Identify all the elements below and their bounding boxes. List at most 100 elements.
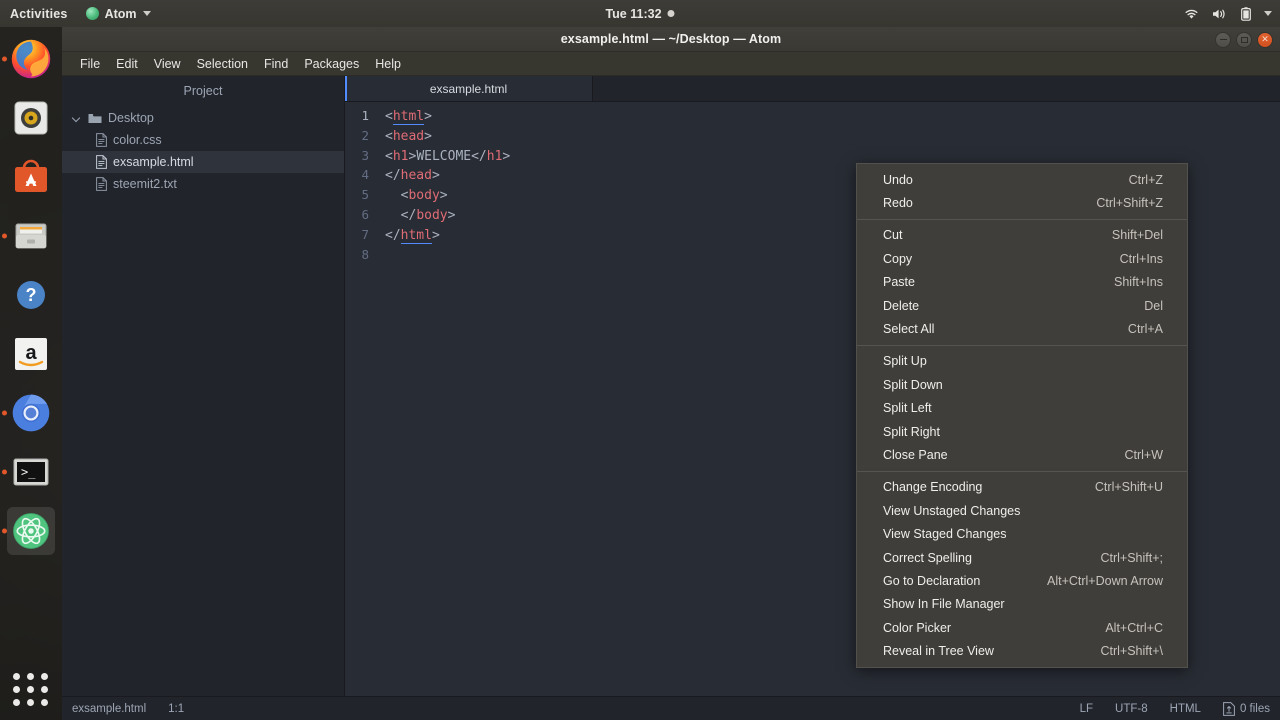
status-git-changes[interactable]: 0 files <box>1223 701 1270 716</box>
code-line: 2 <head> <box>345 128 1280 148</box>
running-indicator <box>2 528 7 534</box>
status-grammar[interactable]: HTML <box>1170 703 1201 715</box>
app-menu-label: Atom <box>104 6 137 21</box>
code-token: < <box>385 188 409 204</box>
menu-item-label: Select All <box>883 322 935 337</box>
grid-dot-icon <box>13 673 20 680</box>
chevron-down-icon[interactable] <box>1264 11 1272 16</box>
grid-dot-icon <box>27 686 34 693</box>
dock-item-firefox[interactable] <box>2 35 55 83</box>
code-token: > <box>502 148 511 164</box>
status-encoding[interactable]: UTF-8 <box>1115 703 1148 715</box>
context-menu-item-delete[interactable]: Delete Del <box>857 294 1187 317</box>
firefox-icon <box>11 39 51 79</box>
code-token: > <box>439 188 448 204</box>
context-menu-item-copy[interactable]: Copy Ctrl+Ins <box>857 247 1187 270</box>
status-line-ending[interactable]: LF <box>1080 703 1093 715</box>
context-menu-item-change-encoding[interactable]: Change Encoding Ctrl+Shift+U <box>857 476 1187 499</box>
system-status-area[interactable] <box>1184 6 1272 21</box>
dock-item-amazon[interactable]: a <box>7 330 55 378</box>
context-menu-item-reveal-in-tree-view[interactable]: Reveal in Tree View Ctrl+Shift+\ <box>857 639 1187 662</box>
code-text: </head> <box>385 168 440 183</box>
context-menu-item-view-unstaged-changes[interactable]: View Unstaged Changes <box>857 499 1187 522</box>
menu-item-label: Change Encoding <box>883 480 983 495</box>
tree-item-desktop[interactable]: Desktop <box>62 107 344 129</box>
menu-item-label: Split Up <box>883 354 927 369</box>
folder-icon <box>88 113 102 123</box>
chevron-down-icon <box>72 113 82 123</box>
status-filename[interactable]: exsample.html <box>72 703 146 715</box>
menu-item-shortcut: Ctrl+Shift+U <box>1094 480 1163 495</box>
code-token: </ <box>385 207 417 223</box>
menu-item-label: Copy <box>883 251 913 266</box>
menu-edit[interactable]: Edit <box>108 55 146 73</box>
activities-button[interactable]: Activities <box>0 7 78 21</box>
context-menu-item-split-up[interactable]: Split Up <box>857 350 1187 373</box>
amazon-icon: a <box>15 338 47 370</box>
tab-exsample-html[interactable]: exsample.html <box>345 76 593 101</box>
app-menu-button[interactable]: Atom <box>85 6 151 21</box>
context-menu-item-correct-spelling[interactable]: Correct Spelling Ctrl+Shift+; <box>857 546 1187 569</box>
wifi-icon <box>1184 8 1199 20</box>
tree-item-steemit2-txt[interactable]: steemit2.txt <box>62 173 344 195</box>
tab-label: exsample.html <box>429 81 508 96</box>
line-number: 8 <box>361 246 369 262</box>
context-menu-item-view-staged-changes[interactable]: View Staged Changes <box>857 522 1187 545</box>
context-menu-item-go-to-declaration[interactable]: Go to Declaration Alt+Ctrl+Down Arrow <box>857 569 1187 592</box>
code-text: <html> <box>385 109 432 125</box>
context-menu-item-split-left[interactable]: Split Left <box>857 397 1187 420</box>
minimize-button[interactable] <box>1215 31 1231 48</box>
menu-item-label: Reveal in Tree View <box>883 644 994 659</box>
context-menu-item-split-down[interactable]: Split Down <box>857 373 1187 396</box>
tab-bar: exsample.html <box>345 76 1280 102</box>
context-menu-item-close-pane[interactable]: Close Pane Ctrl+W <box>857 443 1187 466</box>
grid-dot-icon <box>13 699 20 706</box>
grid-dot-icon <box>41 699 48 706</box>
close-button[interactable]: ✕ <box>1257 31 1273 48</box>
dock-item-terminal[interactable]: >_ <box>2 448 55 496</box>
dock-item-chromium[interactable] <box>2 389 55 437</box>
tree-item-color-css[interactable]: color.css <box>62 129 344 151</box>
code-token: </ <box>385 168 401 184</box>
line-number: 3 <box>361 147 369 163</box>
context-menu-item-select-all[interactable]: Select All Ctrl+A <box>857 317 1187 340</box>
dock-item-files[interactable] <box>2 212 55 260</box>
code-token: body <box>416 207 448 223</box>
code-token: > <box>431 227 440 243</box>
menu-file[interactable]: File <box>72 55 108 73</box>
window-controls: ✕ <box>1215 27 1273 52</box>
dock-item-atom[interactable] <box>2 507 55 555</box>
context-menu-item-show-in-file-manager[interactable]: Show In File Manager <box>857 593 1187 616</box>
menu-packages[interactable]: Packages <box>296 55 367 73</box>
context-menu-item-cut[interactable]: Cut Shift+Del <box>857 224 1187 247</box>
clock-button[interactable]: Tue 11:32 <box>605 7 675 21</box>
battery-icon <box>1241 6 1251 21</box>
context-menu-item-color-picker[interactable]: Color Picker Alt+Ctrl+C <box>857 616 1187 639</box>
menu-selection[interactable]: Selection <box>189 55 256 73</box>
dock-item-rhythmbox[interactable] <box>7 94 55 142</box>
menu-view[interactable]: View <box>146 55 189 73</box>
menu-item-shortcut: Shift+Del <box>1111 228 1163 243</box>
code-text: <head> <box>385 129 432 144</box>
menu-find[interactable]: Find <box>256 55 296 73</box>
status-cursor-position[interactable]: 1:1 <box>168 703 184 715</box>
maximize-button[interactable] <box>1236 31 1252 48</box>
file-icon <box>96 177 107 191</box>
menu-help[interactable]: Help <box>367 55 409 73</box>
running-indicator <box>2 469 7 475</box>
context-menu-item-split-right[interactable]: Split Right <box>857 420 1187 443</box>
line-number: 1 <box>361 108 369 123</box>
context-menu-item-undo[interactable]: Undo Ctrl+Z <box>857 168 1187 191</box>
git-diff-icon <box>1223 701 1235 716</box>
svg-text:a: a <box>25 342 37 364</box>
dock-item-help[interactable]: ? <box>7 271 55 319</box>
code-token: < <box>385 148 393 164</box>
context-menu-item-redo[interactable]: Redo Ctrl+Shift+Z <box>857 191 1187 214</box>
show-applications-button[interactable] <box>13 673 49 706</box>
tree-item-exsample-html[interactable]: exsample.html <box>62 151 344 173</box>
code-text: <h1>WELCOME</h1> <box>385 149 510 164</box>
dock-item-ubuntu-software[interactable] <box>7 153 55 201</box>
context-menu-item-paste[interactable]: Paste Shift+Ins <box>857 271 1187 294</box>
running-indicator <box>2 410 7 416</box>
code-token: WELCOME <box>416 148 472 164</box>
